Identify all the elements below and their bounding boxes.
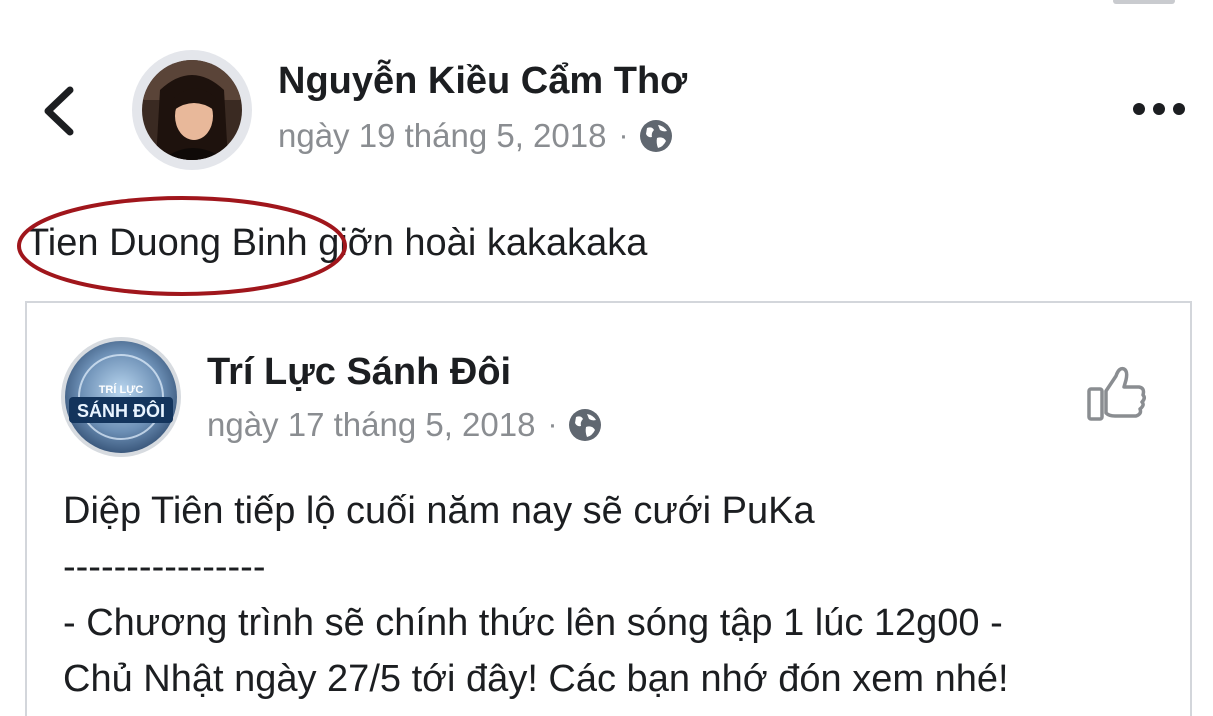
globe-icon[interactable] [567, 407, 603, 443]
post-text: Tien Duong Binh giỡn hoài kakakaka [26, 222, 647, 265]
shared-post-line: ---------------- [63, 546, 266, 588]
shared-post-line: Chủ Nhật ngày 27/5 tới đây! Các bạn nhớ … [63, 658, 1009, 700]
shared-post-meta: ngày 17 tháng 5, 2018 · [207, 403, 603, 447]
more-options-button[interactable] [1130, 92, 1188, 126]
facebook-post-screen: Nguyễn Kiều Cẩm Thơ ngày 19 tháng 5, 201… [0, 0, 1213, 716]
like-page-button[interactable] [1085, 363, 1149, 423]
status-bar-fragment [1113, 0, 1175, 4]
globe-icon[interactable] [638, 118, 674, 154]
chevron-left-icon [44, 86, 74, 136]
shared-post-card[interactable]: TRÍ LỰC SÁNH ĐÔI Trí Lực Sánh Đôi ngày 1… [25, 301, 1192, 716]
shared-post-line: Diệp Tiên tiếp lộ cuối năm nay sẽ cưới P… [63, 490, 815, 532]
author-avatar[interactable] [132, 50, 252, 170]
logo-text-bottom: SÁNH ĐÔI [77, 400, 165, 421]
post-date[interactable]: ngày 19 tháng 5, 2018 [278, 117, 606, 155]
back-button[interactable] [38, 84, 86, 138]
shared-post-line: - Chương trình sẽ chính thức lên sóng tậ… [63, 602, 1003, 644]
meta-separator: · [547, 408, 558, 441]
more-horizontal-icon [1133, 103, 1185, 115]
shared-post-date[interactable]: ngày 17 tháng 5, 2018 [207, 406, 535, 444]
thumbs-up-icon [1087, 366, 1147, 421]
mention-link[interactable]: Tien Duong Binh [26, 222, 308, 264]
page-name[interactable]: Trí Lực Sánh Đôi [207, 351, 511, 394]
author-name[interactable]: Nguyễn Kiều Cẩm Thơ [278, 60, 687, 103]
shared-post-body: Diệp Tiên tiếp lộ cuối năm nay sẽ cưới P… [63, 483, 1009, 707]
logo-text-top: TRÍ LỰC [99, 383, 144, 396]
post-text-rest: giỡn hoài kakakaka [307, 222, 648, 264]
meta-separator: · [618, 119, 629, 152]
avatar-photo [142, 60, 242, 160]
post-meta: ngày 19 tháng 5, 2018 · [278, 114, 674, 158]
page-avatar[interactable]: TRÍ LỰC SÁNH ĐÔI [61, 337, 181, 457]
